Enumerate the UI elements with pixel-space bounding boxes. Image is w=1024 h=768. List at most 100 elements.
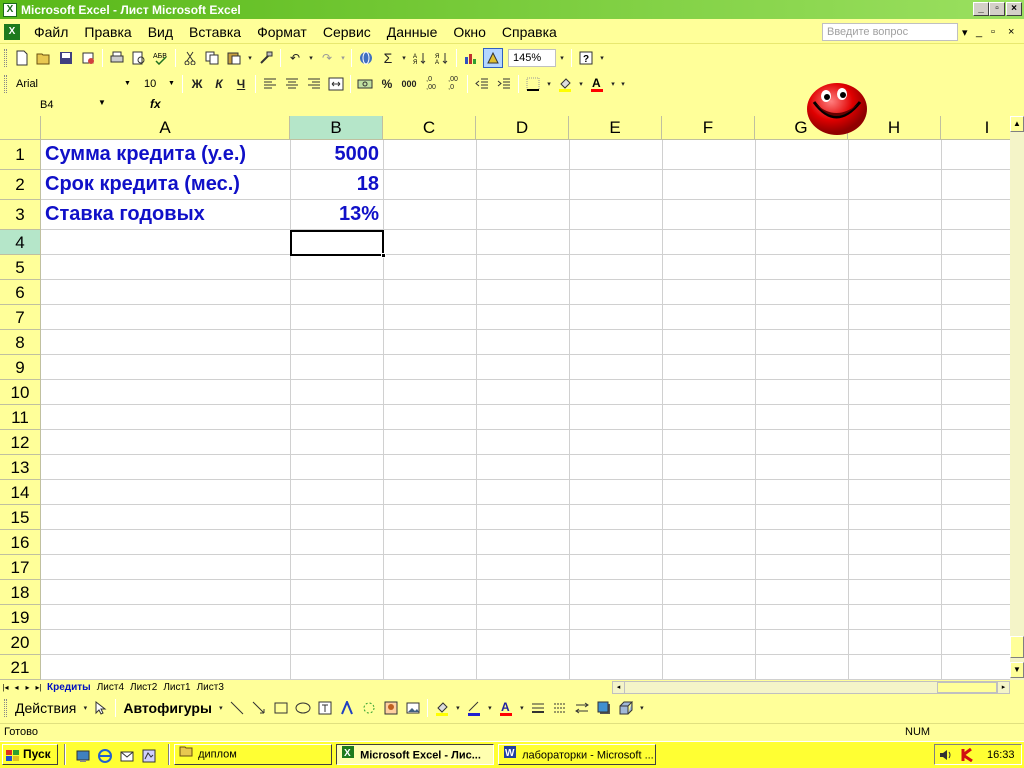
cell-B1[interactable]: 5000 (290, 140, 380, 169)
row-header-11[interactable]: 11 (0, 405, 41, 430)
menu-file[interactable]: Файл (26, 21, 76, 43)
select-all-corner[interactable] (0, 116, 41, 140)
menu-window[interactable]: Окно (445, 21, 494, 43)
scroll-down-arrow-icon[interactable]: ▼ (1010, 662, 1024, 678)
scroll-left-arrow-icon[interactable]: ◂ (613, 682, 625, 693)
column-header-A[interactable]: A (41, 116, 290, 140)
quick-launch-app-icon[interactable] (139, 746, 159, 766)
show-desktop-icon[interactable] (73, 746, 93, 766)
menu-insert[interactable]: Вставка (181, 21, 249, 43)
fill-handle[interactable] (381, 253, 386, 258)
cell-B3[interactable]: 13% (290, 200, 379, 229)
start-button[interactable]: Пуск (2, 744, 58, 765)
open-icon[interactable] (34, 48, 54, 68)
office-assistant-smiley-icon[interactable] (806, 80, 868, 136)
italic-button[interactable]: К (209, 74, 229, 94)
redo-icon[interactable]: ↷ (317, 48, 337, 68)
cell-A2[interactable]: Срок кредита (мес.) (45, 170, 240, 199)
oval-icon[interactable] (293, 698, 313, 718)
row-header-8[interactable]: 8 (0, 330, 41, 355)
merge-center-icon[interactable] (326, 74, 346, 94)
align-center-icon[interactable] (282, 74, 302, 94)
row-header-19[interactable]: 19 (0, 605, 41, 630)
name-box-dropdown-arrow-icon[interactable]: ▼ (98, 98, 106, 107)
excel-app-icon[interactable]: X (3, 2, 17, 17)
actions-dropdown-arrow-icon[interactable]: ▾ (81, 698, 89, 718)
row-header-9[interactable]: 9 (0, 355, 41, 380)
menu-tools[interactable]: Сервис (315, 21, 379, 43)
undo-icon[interactable]: ↶ (285, 48, 305, 68)
row-header-7[interactable]: 7 (0, 305, 41, 330)
autosum-icon[interactable]: Σ (378, 48, 398, 68)
sheet-tab-list3[interactable]: Лист3 (194, 682, 227, 693)
arrow-icon[interactable] (249, 698, 269, 718)
spelling-icon[interactable]: АБВ (151, 48, 171, 68)
scroll-track[interactable] (1010, 132, 1024, 636)
doc-minimize-button[interactable]: _ (976, 26, 982, 38)
undo-dropdown-arrow-icon[interactable]: ▾ (307, 48, 315, 68)
permission-icon[interactable] (78, 48, 98, 68)
workbook-icon[interactable]: X (4, 23, 20, 40)
minimize-button[interactable]: _ (973, 2, 989, 16)
row-header-6[interactable]: 6 (0, 280, 41, 305)
toolbar-grip[interactable] (4, 699, 7, 717)
horizontal-scrollbar[interactable]: ◂ ▸ (612, 681, 1010, 694)
antivirus-icon[interactable] (958, 745, 978, 765)
menu-edit[interactable]: Правка (76, 21, 139, 43)
column-header-D[interactable]: D (476, 116, 569, 140)
column-header-B[interactable]: B (290, 116, 383, 140)
select-objects-icon[interactable] (91, 698, 111, 718)
row-header-18[interactable]: 18 (0, 580, 41, 605)
cell-A3[interactable]: Ставка годовых (45, 200, 205, 229)
ask-question-input[interactable]: Введите вопрос (822, 23, 958, 41)
sort-ascending-icon[interactable]: АЯ (410, 48, 430, 68)
next-sheet-icon[interactable]: ▸ (22, 683, 33, 692)
row-header-14[interactable]: 14 (0, 480, 41, 505)
format-painter-icon[interactable] (256, 48, 276, 68)
sort-descending-icon[interactable]: ЯА (432, 48, 452, 68)
column-header-I[interactable]: I (941, 116, 1010, 140)
autosum-dropdown-arrow-icon[interactable]: ▾ (400, 48, 408, 68)
taskbar-button-excel[interactable]: X Microsoft Excel - Лис... (336, 744, 494, 765)
copy-icon[interactable] (202, 48, 222, 68)
sheet-tab-credits[interactable]: Кредиты (44, 682, 94, 693)
sheet-tab-list4[interactable]: Лист4 (94, 682, 127, 693)
sheet-tab-list2[interactable]: Лист2 (127, 682, 160, 693)
decrease-indent-icon[interactable] (472, 74, 492, 94)
volume-icon[interactable] (936, 745, 956, 765)
3d-style-icon[interactable] (616, 698, 636, 718)
toolbar-grip[interactable] (4, 75, 7, 93)
line-icon[interactable] (227, 698, 247, 718)
doc-close-button[interactable]: × (1008, 26, 1014, 38)
increase-indent-icon[interactable] (494, 74, 514, 94)
borders-dropdown-arrow-icon[interactable]: ▾ (545, 74, 553, 94)
save-icon[interactable] (56, 48, 76, 68)
font-size-select[interactable]: 10 ▼ (139, 75, 179, 93)
draw-fill-color-icon[interactable] (432, 698, 452, 718)
toolbar-grip[interactable] (4, 49, 7, 67)
scroll-thumb[interactable] (1010, 636, 1024, 658)
align-right-icon[interactable] (304, 74, 324, 94)
row-header-2[interactable]: 2 (0, 170, 41, 200)
actions-menu[interactable]: Действия (11, 700, 80, 716)
wordart-icon[interactable] (337, 698, 357, 718)
font-select[interactable]: Arial ▼ (11, 75, 135, 93)
align-left-icon[interactable] (260, 74, 280, 94)
currency-icon[interactable] (355, 74, 375, 94)
paste-dropdown-arrow-icon[interactable]: ▾ (246, 48, 254, 68)
zoom-select[interactable]: 145% (508, 49, 556, 67)
fill-color-dropdown-arrow-icon[interactable]: ▾ (577, 74, 585, 94)
thousands-button[interactable]: 000 (399, 74, 419, 94)
clipart-icon[interactable] (381, 698, 401, 718)
help-icon[interactable]: ? (576, 48, 596, 68)
row-header-16[interactable]: 16 (0, 530, 41, 555)
fill-color-icon[interactable] (555, 74, 575, 94)
hyperlink-icon[interactable] (356, 48, 376, 68)
line-color-icon[interactable] (464, 698, 484, 718)
textbox-icon[interactable] (315, 698, 335, 718)
cell-B2[interactable]: 18 (290, 170, 379, 199)
font-color-icon[interactable]: A (587, 74, 607, 94)
prev-sheet-icon[interactable]: ◂ (11, 683, 22, 692)
chart-wizard-icon[interactable] (461, 48, 481, 68)
maximize-button[interactable]: ▫ (989, 2, 1005, 16)
